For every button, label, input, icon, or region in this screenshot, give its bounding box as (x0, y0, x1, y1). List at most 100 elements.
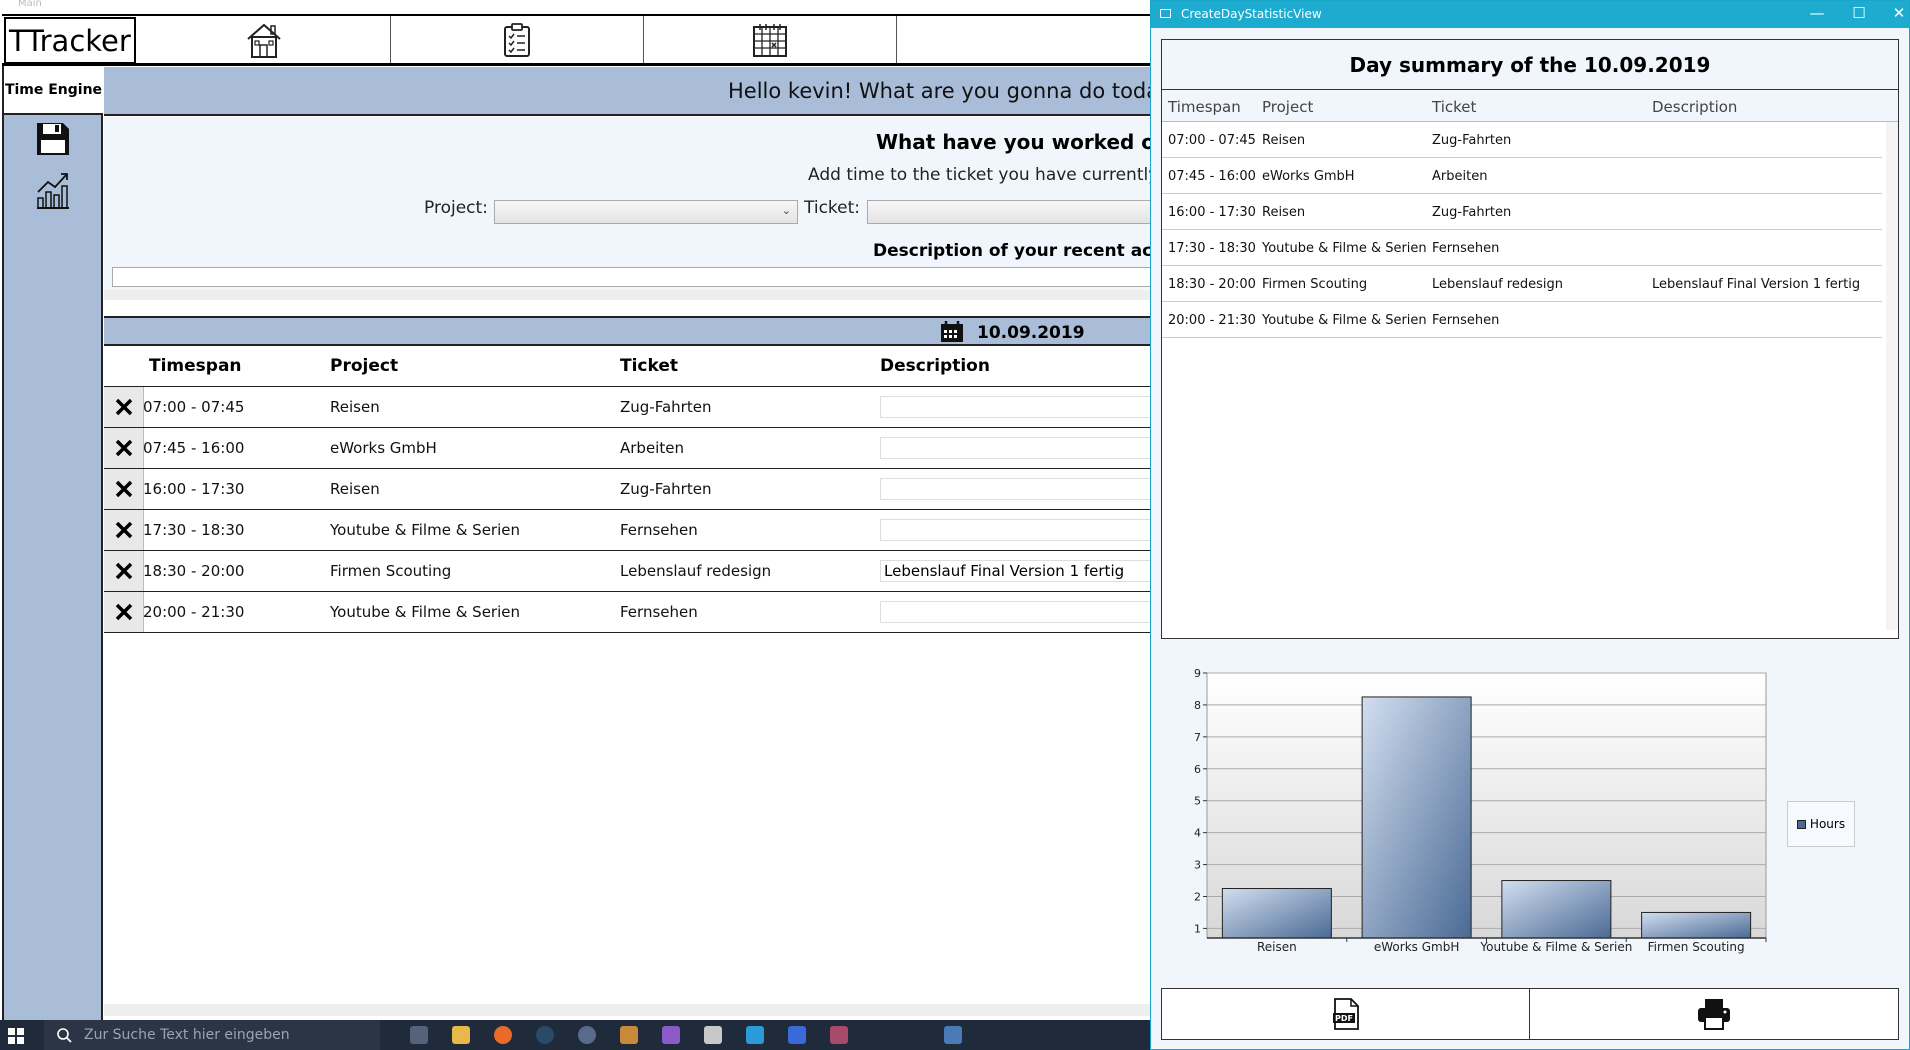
x-tick-label: Reisen (1257, 940, 1297, 954)
row-project: Youtube & Filme & Serien (330, 603, 520, 621)
chart-legend: Hours (1787, 801, 1855, 847)
printer-icon (1698, 999, 1730, 1030)
windows-taskbar: Zur Suche Text hier eingeben (0, 1020, 1150, 1050)
close-icon[interactable]: ✕ (1879, 4, 1910, 22)
row-description-input[interactable] (880, 601, 1180, 623)
summary-timespan: 16:00 - 17:30 (1168, 205, 1256, 220)
app-icon-3[interactable] (662, 1026, 680, 1044)
nav-calendar-button[interactable] (644, 16, 898, 63)
y-tick-label: 2 (1194, 890, 1201, 903)
ticket-dropdown[interactable] (867, 200, 1157, 224)
form-scrollbar[interactable] (104, 290, 1150, 300)
app-icon-7[interactable] (830, 1026, 848, 1044)
ttracker-taskbar-icon[interactable] (944, 1026, 962, 1044)
app-icon-6[interactable] (788, 1026, 806, 1044)
summary-ticket: Zug-Fahrten (1432, 133, 1512, 148)
close-x-icon (115, 480, 132, 498)
nav-home-button[interactable] (138, 16, 391, 63)
table-row: 18:30 - 20:00 Firmen Scouting Lebenslauf… (104, 551, 1180, 592)
row-description-input[interactable] (880, 396, 1180, 418)
sidebar-save-button[interactable] (35, 121, 71, 161)
calendar-grid-icon (753, 23, 787, 57)
app-icon-2[interactable] (620, 1026, 638, 1044)
summary-ticket: Zug-Fahrten (1432, 205, 1512, 220)
statistic-window: CreateDayStatisticView — ☐ ✕ Day summary… (1150, 0, 1910, 1050)
statistic-footer: PDF (1161, 988, 1899, 1040)
nav-extra-button[interactable] (897, 16, 1150, 63)
y-tick-label: 5 (1194, 795, 1201, 808)
delete-entry-button[interactable] (104, 428, 144, 468)
legend-label: Hours (1809, 817, 1846, 831)
table-row: 07:45 - 16:00 eWorks GmbH Arbeiten (104, 428, 1180, 469)
app-icon-4[interactable] (704, 1026, 722, 1044)
project-dropdown[interactable]: ⌄ (494, 200, 798, 224)
close-x-icon (115, 521, 132, 539)
file-explorer-icon[interactable] (452, 1026, 470, 1044)
summary-project: Reisen (1262, 205, 1306, 220)
summary-timespan: 17:30 - 18:30 (1168, 241, 1256, 256)
window-icon (1160, 9, 1171, 18)
sidebar-statistics-button[interactable] (35, 170, 71, 214)
calendar-icon[interactable] (940, 321, 964, 347)
top-navbar: TTracker (2, 14, 1150, 66)
summary-timespan: 07:45 - 16:00 (1168, 169, 1256, 184)
row-description-input[interactable] (880, 478, 1180, 500)
summary-project: Youtube & Filme & Serien (1262, 241, 1427, 256)
task-view-icon[interactable] (410, 1026, 428, 1044)
bar-firmen-scouting (1641, 911, 1752, 939)
app-icon-1[interactable] (578, 1026, 596, 1044)
table-row: 16:00 - 17:30 Reisen Zug-Fahrten (104, 469, 1180, 510)
row-project: Reisen (330, 480, 380, 498)
summary-ticket: Arbeiten (1432, 169, 1488, 184)
row-description-input[interactable] (880, 519, 1180, 541)
close-x-icon (115, 398, 132, 416)
row-project: eWorks GmbH (330, 439, 437, 457)
summary-header-timespan: Timespan (1168, 98, 1241, 116)
steam-icon[interactable] (536, 1026, 554, 1044)
row-ticket: Arbeiten (620, 439, 684, 457)
hours-bar-chart: 1 2 3 4 5 6 7 8 9 Reisen eWorks GmbH Youtube & Film… (1194, 667, 1767, 954)
summary-timespan: 18:30 - 20:00 (1168, 277, 1256, 292)
sidebar: Time Engine (2, 66, 103, 1020)
summary-ticket: Lebenslauf redesign (1432, 277, 1563, 292)
greeting-banner: Hello kevin! What are you gonna do today… (104, 67, 1211, 116)
statistic-titlebar: CreateDayStatisticView — ☐ ✕ (1151, 1, 1909, 28)
app-logo: TTracker (4, 17, 136, 64)
minimize-icon[interactable]: — (1797, 4, 1837, 22)
table-scrollbar[interactable] (104, 1004, 1150, 1016)
delete-entry-button[interactable] (104, 510, 144, 550)
column-header-ticket: Ticket (620, 356, 679, 376)
description-input[interactable] (112, 267, 1162, 287)
summary-scrollbar[interactable] (1886, 122, 1898, 630)
delete-entry-button[interactable] (104, 387, 144, 427)
summary-header-ticket: Ticket (1432, 98, 1477, 116)
firefox-icon[interactable] (494, 1026, 512, 1044)
delete-entry-button[interactable] (104, 469, 144, 509)
row-timespan: 17:30 - 18:30 (143, 521, 245, 539)
print-button[interactable] (1530, 989, 1898, 1039)
row-description-input[interactable] (880, 437, 1180, 459)
column-header-description: Description (880, 356, 990, 376)
y-tick-label: 1 (1194, 922, 1201, 935)
sidebar-tab-time-engine[interactable]: Time Engine (4, 66, 103, 115)
svg-text:PDF: PDF (1335, 1014, 1353, 1023)
windows-start-icon[interactable] (8, 1028, 24, 1044)
nav-tasks-button[interactable] (391, 16, 644, 63)
y-tick-label: 9 (1194, 667, 1201, 680)
taskbar-search-input[interactable]: Zur Suche Text hier eingeben (44, 1020, 380, 1050)
maximize-icon[interactable]: ☐ (1839, 4, 1879, 22)
chevron-down-icon: ⌄ (781, 204, 791, 217)
form-subtitle: Add time to the ticket you have currentl… (808, 165, 1200, 185)
export-pdf-button[interactable]: PDF (1162, 989, 1530, 1039)
row-project: Reisen (330, 398, 380, 416)
selected-date[interactable]: 10.09.2019 (977, 323, 1085, 343)
app-icon-5[interactable] (746, 1026, 764, 1044)
row-project: Youtube & Filme & Serien (330, 521, 520, 539)
row-timespan: 20:00 - 21:30 (143, 603, 245, 621)
row-ticket: Zug-Fahrten (620, 398, 712, 416)
row-description-input[interactable]: Lebenslauf Final Version 1 fertig (880, 560, 1180, 582)
summary-project: Firmen Scouting (1262, 277, 1368, 292)
delete-entry-button[interactable] (104, 592, 144, 632)
delete-entry-button[interactable] (104, 551, 144, 591)
summary-title: Day summary of the 10.09.2019 (1162, 40, 1898, 90)
